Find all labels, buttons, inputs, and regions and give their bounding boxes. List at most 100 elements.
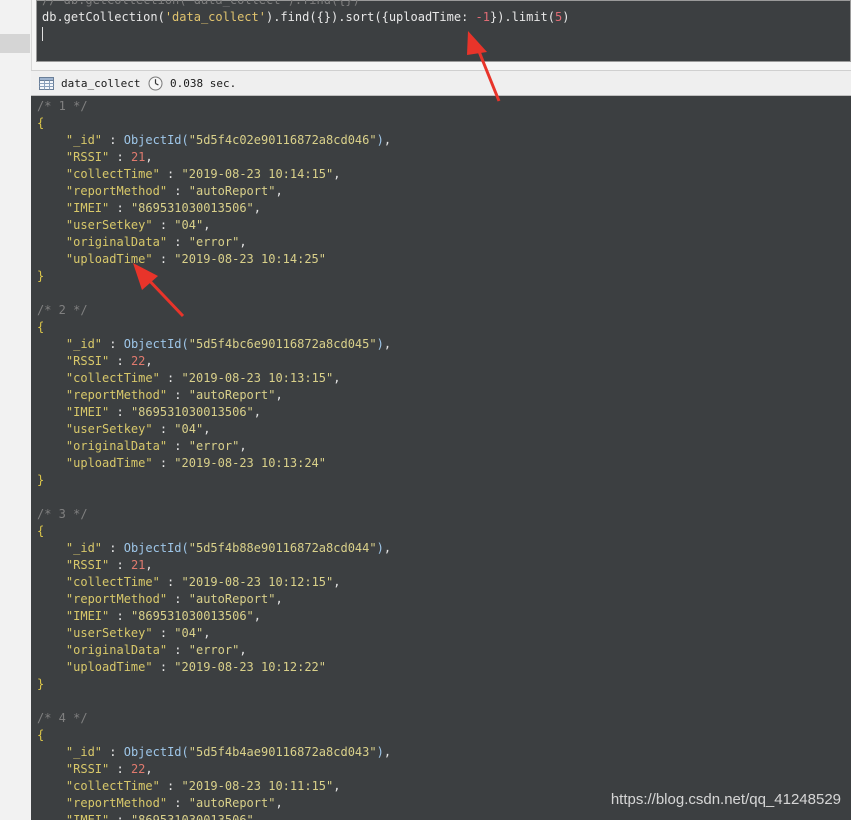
comma: , — [275, 184, 283, 198]
open-brace: { — [37, 320, 45, 334]
limit-token: ).limit( — [497, 10, 555, 24]
find-filter-token: {} — [316, 10, 332, 24]
quote: " — [318, 252, 327, 266]
field-line-id: "_id" : ObjectId("5d5f4bc6e90116872a8cd0… — [37, 336, 391, 353]
colon: : — [109, 150, 131, 164]
field-line-userSetkey: "userSetkey" : "04", — [37, 625, 211, 642]
paren: ) — [376, 337, 384, 351]
field-line-uploadTime: "uploadTime" : "2019-08-23 10:12:22" — [37, 659, 326, 676]
field-line-reportMethod: "reportMethod" : "autoReport", — [37, 591, 283, 608]
objectid-fn: ObjectId( — [123, 745, 189, 759]
results-pane[interactable]: /* 1 */{ "_id" : ObjectId("5d5f4c02e9011… — [31, 96, 851, 820]
watermark: https://blog.csdn.net/qq_41248529 — [610, 791, 841, 808]
field-key: "_id" — [37, 337, 103, 351]
comma: , — [145, 150, 153, 164]
field-key: "uploadTime" — [37, 660, 153, 674]
query-line: db.getCollection('data_collect').find({}… — [42, 9, 569, 25]
document-index-comment: /* 4 */ — [37, 711, 88, 725]
quote: " — [174, 422, 182, 436]
quote: " — [181, 779, 189, 793]
field-line-originalData: "originalData" : "error", — [37, 234, 247, 251]
comma: , — [333, 167, 341, 181]
field-value: autoReport — [195, 184, 269, 198]
colon: : — [102, 745, 124, 759]
quote: " — [188, 133, 196, 147]
query-editor[interactable]: // db.getCollection('data_collect').find… — [36, 0, 851, 62]
field-line-collectTime: "collectTime" : "2019-08-23 10:13:15", — [37, 370, 341, 387]
field-line-IMEI: "IMEI" : "869531030013506" — [37, 812, 254, 820]
colon: : — [152, 626, 175, 640]
field-value: 2019-08-23 10:12:22 — [181, 660, 319, 674]
field-key: "RSSI" — [37, 150, 110, 164]
field-line-id: "_id" : ObjectId("5d5f4b88e90116872a8cd0… — [37, 540, 391, 557]
colon: : — [159, 371, 182, 385]
table-icon — [39, 76, 54, 90]
quote: " — [188, 388, 196, 402]
quote: " — [369, 133, 377, 147]
colon: : — [167, 235, 189, 249]
comma: , — [253, 609, 262, 623]
quote: " — [188, 541, 196, 555]
comma: , — [275, 388, 283, 402]
field-line-RSSI: "RSSI" : 22, — [37, 353, 153, 370]
query-end-token: ) — [562, 10, 570, 24]
quote: " — [246, 609, 254, 623]
quote: " — [369, 745, 377, 759]
field-value: autoReport — [195, 796, 269, 810]
quote: " — [246, 201, 254, 215]
field-line-userSetkey: "userSetkey" : "04", — [37, 421, 211, 438]
paren: ) — [376, 133, 384, 147]
field-value: autoReport — [195, 388, 269, 402]
colon: : — [159, 575, 182, 589]
colon: : — [152, 456, 175, 470]
colon: : — [152, 660, 175, 674]
db-token: db — [42, 10, 57, 24]
field-key: "uploadTime" — [37, 456, 153, 470]
field-key: "IMEI" — [37, 813, 110, 820]
objectid-value: 5d5f4b88e90116872a8cd044 — [195, 541, 370, 555]
document-index-comment: /* 1 */ — [37, 99, 88, 113]
document-index-comment: /* 2 */ — [37, 303, 88, 317]
field-key: "reportMethod" — [37, 796, 168, 810]
comma: , — [383, 337, 392, 351]
objectid-fn: ObjectId( — [123, 541, 189, 555]
field-value: error — [195, 439, 233, 453]
sort-open-token: {uploadTime: — [381, 10, 476, 24]
get-collection-token: .getCollection( — [56, 10, 165, 24]
commented-query-line: // db.getCollection('data_collect').find… — [42, 0, 360, 7]
field-key: "_id" — [37, 745, 103, 759]
open-brace: { — [37, 524, 45, 538]
execution-time-indicator: 0.038 sec. — [148, 75, 236, 91]
quote: " — [188, 439, 196, 453]
rssi-value: 21 — [130, 558, 146, 572]
colon: : — [159, 779, 182, 793]
quote: " — [318, 660, 327, 674]
field-key: "IMEI" — [37, 609, 110, 623]
collection-indicator[interactable]: data_collect — [39, 75, 140, 91]
field-key: "RSSI" — [37, 558, 110, 572]
sidebar-tab[interactable] — [0, 34, 30, 53]
field-line-RSSI: "RSSI" : 21, — [37, 557, 153, 574]
quote: " — [188, 592, 196, 606]
comma: , — [253, 201, 262, 215]
comma: , — [383, 745, 392, 759]
document-index-comment: /* 3 */ — [37, 507, 88, 521]
collection-label: data_collect — [61, 76, 141, 90]
objectid-value: 5d5f4c02e90116872a8cd046 — [195, 133, 370, 147]
field-value: error — [195, 643, 233, 657]
quote: " — [181, 575, 189, 589]
colon: : — [167, 439, 189, 453]
quote: " — [181, 167, 189, 181]
left-sidebar — [0, 0, 32, 820]
objectid-fn: ObjectId( — [123, 337, 189, 351]
find-token: ).find( — [265, 10, 317, 24]
field-line-IMEI: "IMEI" : "869531030013506", — [37, 608, 261, 625]
colon: : — [152, 422, 175, 436]
close-brace: } — [37, 269, 45, 283]
field-key: "_id" — [37, 133, 103, 147]
field-key: "originalData" — [37, 439, 168, 453]
quote: " — [188, 796, 196, 810]
field-value: 2019-08-23 10:12:15 — [188, 575, 327, 589]
colon: : — [102, 541, 124, 555]
comma: , — [145, 558, 153, 572]
